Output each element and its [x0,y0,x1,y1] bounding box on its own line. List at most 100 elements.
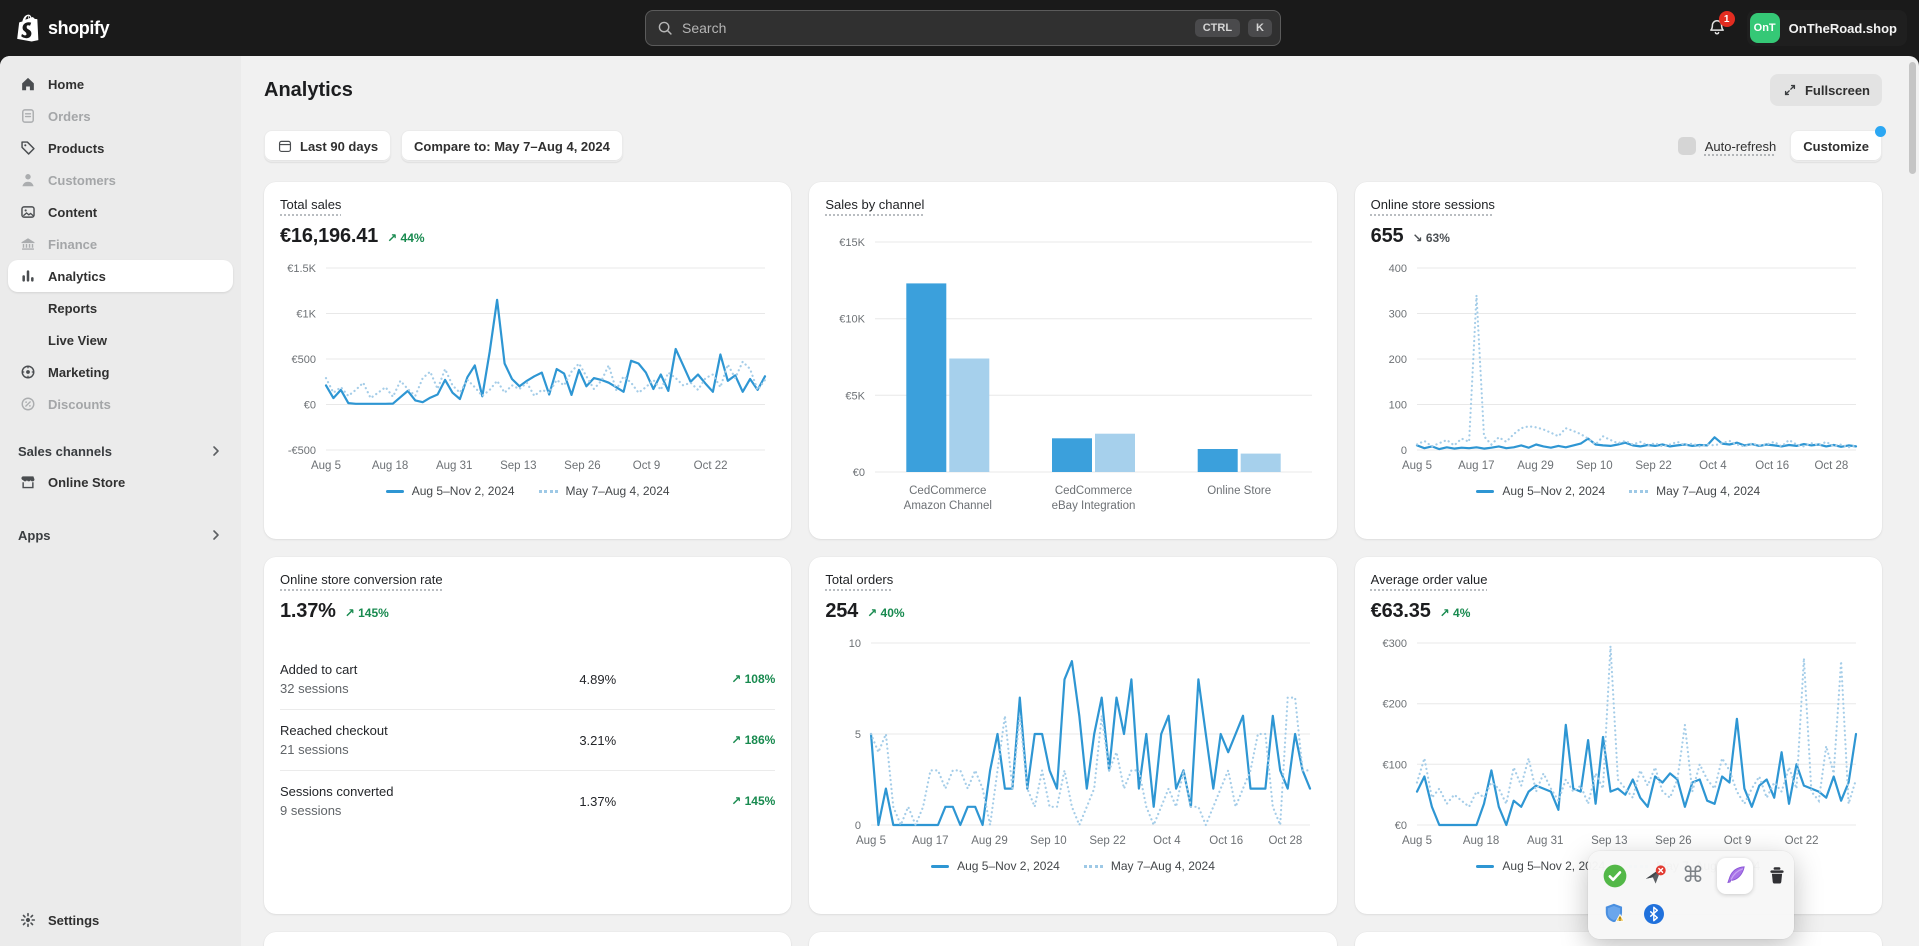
legend-dotted-swatch [539,490,558,493]
svg-text:Oct 28: Oct 28 [1269,835,1303,847]
svg-text:€15K: €15K [840,237,866,249]
date-range-button[interactable]: Last 90 days [264,130,391,162]
svg-text:400: 400 [1388,263,1406,275]
svg-text:Sep 26: Sep 26 [1655,835,1691,847]
sidebar-item-discounts: Discounts [8,388,233,420]
svg-text:Sep 10: Sep 10 [1031,835,1067,847]
sidebar-item-label: Orders [48,109,91,124]
feather-pen-icon[interactable] [1717,858,1753,894]
trash-icon[interactable] [1762,861,1792,891]
card-title[interactable]: Average order value [1371,572,1488,587]
trend-badge: ↘ 63% [1412,231,1449,245]
svg-text:Aug 5: Aug 5 [311,460,341,472]
storefront-icon [18,472,38,492]
sidebar-item-content[interactable]: Content [8,196,233,228]
sidebar-item-customers: Customers [8,164,233,196]
sidebar-item-marketing[interactable]: Marketing [8,356,233,388]
shield-warning-icon[interactable] [1600,899,1630,929]
sidebar-item-label: Discounts [48,397,111,412]
sidebar-item-analytics[interactable]: Analytics [8,260,233,292]
auto-refresh-toggle[interactable]: Auto-refresh [1678,137,1777,155]
sidebar-section-sales-channels[interactable]: Sales channels [8,436,233,466]
sidebar-item-online-store[interactable]: Online Store [8,466,233,498]
customers-icon [18,170,38,190]
chart-legend: Aug 5–Nov 2, 2024 May 7–Aug 4, 2024 [825,859,1320,873]
legend-dotted-swatch [1084,865,1103,868]
metric-value: 1.37% [280,600,336,623]
notifications-button[interactable]: 1 [1699,10,1735,46]
chevron-right-icon [209,528,223,542]
vertical-scrollbar-thumb[interactable] [1909,62,1916,174]
card-title[interactable]: Total sales [280,197,341,212]
funnel-step-rate: 1.37% [579,794,709,809]
legend-dotted-swatch [1629,490,1648,493]
metric-value: 254 [825,600,858,623]
kbd-ctrl: CTRL [1195,19,1240,37]
svg-text:€0: €0 [304,400,316,412]
card-online-store-sessions: Online store sessions 655 ↘ 63% 40030020… [1355,182,1882,539]
svg-text:0: 0 [1401,445,1407,457]
sales-by-channel-chart: €15K€10K€5K€0CedCommerceAmazon ChannelCe… [825,220,1320,526]
page-title: Analytics [264,79,353,102]
svg-text:Sep 13: Sep 13 [1591,835,1627,847]
svg-text:Oct 16: Oct 16 [1755,460,1789,472]
svg-text:Aug 29: Aug 29 [1517,460,1553,472]
svg-text:€0: €0 [853,467,865,479]
gear-icon [18,910,38,930]
sidebar: Home Orders ProductsCustomersContentFinanc… [0,56,241,946]
legend-solid-swatch [1476,865,1494,868]
svg-text:300: 300 [1388,309,1406,321]
svg-text:€10K: €10K [840,314,866,326]
svg-text:Aug 5: Aug 5 [856,835,886,847]
calendar-icon [277,138,293,154]
store-menu[interactable]: OnT OnTheRoad.shop [1747,10,1907,46]
metric-value: €16,196.41 [280,225,378,248]
sessions-chart: 4003002001000Aug 5Aug 17Aug 29Sep 10Sep … [1371,260,1866,476]
customize-button[interactable]: Customize [1790,130,1882,162]
sidebar-item-live-view[interactable]: Live View [8,324,233,356]
shopify-logo[interactable]: shopify [16,0,109,56]
search-icon [656,19,674,37]
auto-refresh-checkbox[interactable] [1678,137,1696,155]
compare-label: Compare to: May 7–Aug 4, 2024 [414,139,610,154]
check-circle-icon[interactable] [1600,861,1630,891]
chart-legend: Aug 5–Nov 2, 2024 May 7–Aug 4, 2024 [1371,484,1866,498]
svg-text:Oct 4: Oct 4 [1153,835,1181,847]
svg-text:Oct 4: Oct 4 [1699,460,1727,472]
svg-text:Sep 26: Sep 26 [564,460,600,472]
card-title[interactable]: Sales by channel [825,197,924,212]
finance-icon [18,234,38,254]
compare-button[interactable]: Compare to: May 7–Aug 4, 2024 [401,130,623,162]
sidebar-section-apps[interactable]: Apps [8,520,233,550]
sidebar-item-reports[interactable]: Reports [8,292,233,324]
card-title[interactable]: Total orders [825,572,893,587]
svg-text:Aug 5: Aug 5 [1402,460,1432,472]
fullscreen-button[interactable]: Fullscreen [1770,74,1882,106]
sidebar-item-orders: Orders [8,100,233,132]
navigation-error-icon[interactable] [1639,861,1669,891]
card-total-sales: Total sales €16,196.41 ↗ 44% €1.5K€1K€50… [264,182,791,539]
sidebar-item-finance: Finance [8,228,233,260]
sidebar-item-products[interactable]: Products [8,132,233,164]
card-title[interactable]: Online store sessions [1371,197,1495,212]
card-total-orders: Total orders 254 ↗ 40% 1050Aug 5Aug 17Au… [809,557,1336,914]
funnel-step-sessions: 32 sessions [280,681,579,696]
sidebar-item-label: Marketing [48,365,109,380]
metric-value: 655 [1371,225,1404,248]
clover-knot-icon[interactable]: ⌘ [1678,861,1708,891]
card-sales-by-channel: Sales by channel €15K€10K€5K€0CedCommerc… [809,182,1336,539]
search-input[interactable]: Search CTRL K [645,10,1281,46]
sidebar-item-settings[interactable]: Settings [8,904,233,936]
funnel-step-rate: 3.21% [579,733,709,748]
legend-solid-swatch [1476,490,1494,493]
bluetooth-icon[interactable] [1639,899,1669,929]
content-icon [18,202,38,222]
online-store-label: Online Store [48,475,125,490]
sidebar-nav: Home Orders ProductsCustomersContentFinanc… [8,68,233,420]
sidebar-item-home[interactable]: Home [8,68,233,100]
store-avatar: OnT [1750,13,1780,43]
funnel-row: Reached checkout21 sessions3.21%↗ 186% [280,710,775,771]
card-title[interactable]: Online store conversion rate [280,572,443,587]
store-name: OnTheRoad.shop [1789,21,1897,36]
svg-text:€500: €500 [292,354,316,366]
